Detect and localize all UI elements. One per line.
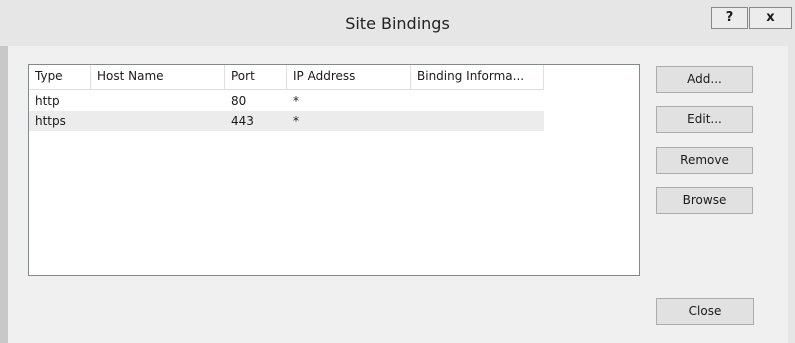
column-header-binding-information[interactable]: Binding Informa... <box>411 65 544 89</box>
cell-type: http <box>35 94 60 108</box>
table-row[interactable]: http 80 * <box>29 91 544 111</box>
window-right-edge <box>788 46 795 343</box>
remove-button[interactable]: Remove <box>656 147 753 174</box>
help-button[interactable]: ? <box>711 7 748 29</box>
dialog-title: Site Bindings <box>345 14 450 33</box>
cell-port: 443 <box>231 114 254 128</box>
column-header-host-name[interactable]: Host Name <box>91 65 225 89</box>
title-bar: Site Bindings ? x <box>0 0 795 46</box>
close-window-button[interactable]: x <box>749 7 792 29</box>
cell-ip-address: * <box>293 94 299 108</box>
window-left-edge <box>0 46 8 343</box>
table-row[interactable]: https 443 * <box>29 111 544 131</box>
edit-button[interactable]: Edit... <box>656 106 753 133</box>
close-button[interactable]: Close <box>656 298 754 325</box>
add-button[interactable]: Add... <box>656 66 753 93</box>
browse-button[interactable]: Browse <box>656 187 753 214</box>
column-header-ip-address[interactable]: IP Address <box>287 65 411 89</box>
bindings-list[interactable]: Type Host Name Port IP Address Binding I… <box>28 64 640 276</box>
list-header: Type Host Name Port IP Address Binding I… <box>29 65 544 90</box>
column-header-type[interactable]: Type <box>29 65 91 89</box>
cell-type: https <box>35 114 66 128</box>
cell-port: 80 <box>231 94 247 108</box>
column-header-port[interactable]: Port <box>225 65 287 89</box>
site-bindings-dialog: Site Bindings ? x Type Host Name Port IP… <box>0 0 795 343</box>
cell-ip-address: * <box>293 114 299 128</box>
